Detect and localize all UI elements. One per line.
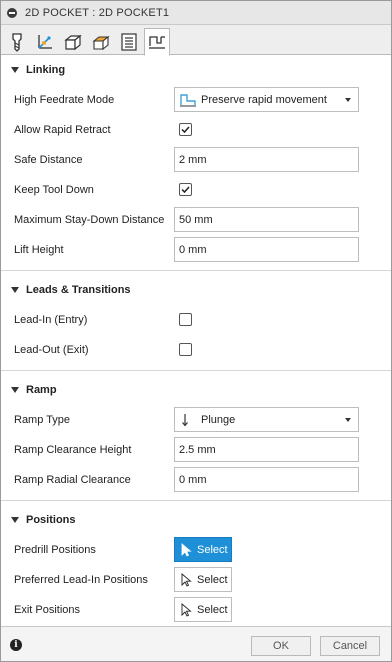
- lead-in-checkbox[interactable]: [179, 313, 192, 326]
- lift-height-input[interactable]: 0 mm: [174, 237, 359, 262]
- cursor-icon: [181, 542, 192, 557]
- safe-distance-label: Safe Distance: [14, 154, 83, 166]
- ramp-section-header[interactable]: Ramp: [1, 377, 391, 403]
- ramp-clearance-height-input[interactable]: 2.5 mm: [174, 437, 359, 462]
- pocket-dialog: 2D POCKET : 2D POCKET1 Linking High Feed…: [0, 0, 392, 662]
- high-feedrate-value: Preserve rapid movement: [201, 93, 327, 106]
- allow-rapid-retract-checkbox[interactable]: [179, 123, 192, 136]
- parameters-panel: Linking High Feedrate Mode Preserve rapi…: [1, 56, 391, 626]
- positions-section-header[interactable]: Positions: [1, 507, 391, 533]
- positions-header-label: Positions: [26, 514, 76, 526]
- linking-tab-icon: [149, 36, 165, 49]
- predrill-select-button[interactable]: Select: [174, 537, 232, 562]
- dialog-title: 2D POCKET : 2D POCKET1: [25, 6, 170, 19]
- tab-linking-list[interactable]: [116, 28, 142, 55]
- tab-bar: [1, 25, 391, 56]
- ramp-type-value: Plunge: [201, 413, 236, 426]
- section-divider: [1, 370, 391, 371]
- predrill-select-label: Select: [197, 543, 228, 556]
- collapse-caret-icon: [11, 387, 19, 393]
- high-feedrate-label: High Feedrate Mode: [14, 94, 115, 106]
- high-feedrate-select[interactable]: Preserve rapid movement: [174, 87, 359, 112]
- checkmark-icon: [181, 186, 190, 194]
- exit-positions-label: Exit Positions: [14, 604, 81, 616]
- collapse-caret-icon: [11, 287, 19, 293]
- preferred-lead-in-label: Preferred Lead-In Positions: [14, 574, 148, 586]
- ramp-radial-clearance-input[interactable]: 0 mm: [174, 467, 359, 492]
- ramp-type-select[interactable]: Plunge: [174, 407, 359, 432]
- tab-tool[interactable]: [4, 28, 30, 55]
- linking-icon: [121, 32, 137, 51]
- max-stay-down-label: Maximum Stay-Down Distance: [14, 214, 165, 226]
- cursor-icon: [181, 602, 192, 617]
- dialog-footer: i OK Cancel: [1, 626, 391, 661]
- ramp-type-label: Ramp Type: [14, 414, 71, 426]
- leads-section-header[interactable]: Leads & Transitions: [1, 277, 391, 303]
- predrill-positions-label: Predrill Positions: [14, 544, 96, 556]
- tab-heights[interactable]: [60, 28, 86, 55]
- dropdown-arrow-icon: [345, 98, 351, 102]
- passes-icon: [92, 35, 110, 50]
- leads-header-label: Leads & Transitions: [26, 284, 131, 296]
- checkmark-icon: [181, 126, 190, 134]
- plunge-arrow-icon: [179, 412, 197, 428]
- lead-out-label: Lead-Out (Exit): [14, 344, 89, 356]
- keep-tool-down-checkbox[interactable]: [179, 183, 192, 196]
- collapse-caret-icon: [11, 67, 19, 73]
- cancel-button[interactable]: Cancel: [320, 636, 380, 656]
- ramp-clearance-height-label: Ramp Clearance Height: [14, 444, 132, 456]
- exit-positions-select-label: Select: [197, 603, 228, 616]
- ramp-radial-clearance-label: Ramp Radial Clearance: [14, 474, 131, 486]
- info-icon[interactable]: i: [10, 639, 22, 651]
- tab-linking[interactable]: [144, 28, 170, 56]
- lift-height-label: Lift Height: [14, 244, 64, 256]
- heights-icon: [64, 34, 82, 50]
- preferred-lead-in-select-label: Select: [197, 573, 228, 586]
- allow-rapid-retract-label: Allow Rapid Retract: [14, 124, 111, 136]
- lead-in-label: Lead-In (Entry): [14, 314, 88, 326]
- rapid-movement-icon: [179, 92, 197, 108]
- tab-passes[interactable]: [88, 28, 114, 55]
- collapse-icon[interactable]: [7, 7, 17, 18]
- section-divider: [1, 500, 391, 501]
- safe-distance-input[interactable]: 2 mm: [174, 147, 359, 172]
- geometry-icon: [38, 34, 52, 49]
- collapse-caret-icon: [11, 517, 19, 523]
- keep-tool-down-label: Keep Tool Down: [14, 184, 94, 196]
- preferred-lead-in-select-button[interactable]: Select: [174, 567, 232, 592]
- ramp-header-label: Ramp: [26, 384, 57, 396]
- ok-button[interactable]: OK: [251, 636, 311, 656]
- exit-positions-select-button[interactable]: Select: [174, 597, 232, 622]
- title-bar[interactable]: 2D POCKET : 2D POCKET1: [1, 1, 391, 25]
- cursor-icon: [181, 572, 192, 587]
- dropdown-arrow-icon: [345, 418, 351, 422]
- lead-out-checkbox[interactable]: [179, 343, 192, 356]
- tool-icon: [12, 32, 22, 52]
- linking-section-header[interactable]: Linking: [1, 57, 391, 83]
- max-stay-down-input[interactable]: 50 mm: [174, 207, 359, 232]
- linking-header-label: Linking: [26, 64, 66, 76]
- section-divider: [1, 270, 391, 271]
- tab-geometry[interactable]: [32, 28, 58, 55]
